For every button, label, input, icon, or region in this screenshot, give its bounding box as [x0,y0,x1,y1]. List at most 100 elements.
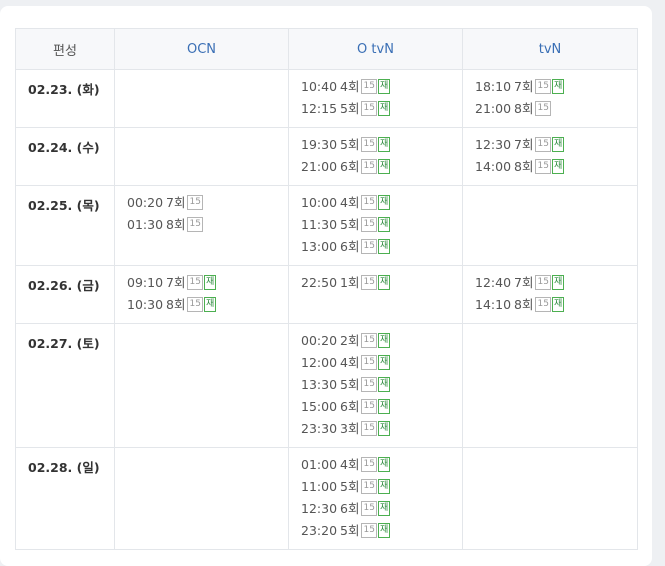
age-rating-badge: 15 [361,457,377,472]
airing-time: 12:30 [301,501,338,516]
airing-slot: 14:10 8회 15 재 [475,294,625,316]
channel-cell-ocn [114,127,289,186]
episode-number: 6회 [340,239,360,254]
schedule-body: 02.23. (화) 10:40 4회 15 재 12:15 5회 15 재 18:10 7회 15 재… [15,69,638,550]
airing-slot: 13:30 5회 15 재 [301,374,450,396]
age-rating-badge: 15 [535,159,551,174]
age-rating-badge: 15 [361,239,377,254]
date-cell: 02.27. (토) [15,323,115,448]
airing-slot: 13:00 6회 15 재 [301,236,450,258]
episode-number: 4회 [340,457,360,472]
date-cell: 02.24. (수) [15,127,115,186]
rerun-badge: 재 [377,79,391,94]
age-rating-badge: 15 [361,355,377,370]
rerun-badge: 재 [377,159,391,174]
header-date: 편성 [15,28,115,70]
airing-slot: 19:30 5회 15 재 [301,134,450,156]
airing-time: 10:00 [301,195,338,210]
age-rating-badge: 15 [361,137,377,152]
age-rating-badge: 15 [535,79,551,94]
airing-slot: 01:00 4회 15 재 [301,454,450,476]
rerun-badge: 재 [377,239,391,254]
episode-number: 6회 [340,159,360,174]
age-rating-badge: 15 [361,501,377,516]
airing-slot: 10:30 8회 15 재 [127,294,276,316]
rerun-badge: 재 [377,333,391,348]
channel-cell-tvn [462,323,638,448]
age-rating-badge: 15 [535,101,551,116]
airing-time: 21:00 [475,101,512,116]
age-rating-badge: 15 [535,275,551,290]
channel-cell-tvn [462,185,638,266]
age-rating-badge: 15 [187,297,203,312]
channel-cell-ocn [114,323,289,448]
rerun-badge: 재 [551,275,565,290]
rerun-badge: 재 [551,159,565,174]
date-cell: 02.23. (화) [15,69,115,128]
airing-time: 23:30 [301,421,338,436]
airing-slot: 12:30 6회 15 재 [301,498,450,520]
rerun-badge: 재 [377,137,391,152]
episode-number: 1회 [340,275,360,290]
rerun-badge: 재 [377,457,391,472]
episode-number: 8회 [514,101,534,116]
rerun-badge: 재 [551,297,565,312]
airing-time: 11:00 [301,479,338,494]
airing-time: 23:20 [301,523,338,538]
age-rating-badge: 15 [361,275,377,290]
schedule-row: 02.23. (화) 10:40 4회 15 재 12:15 5회 15 재 18:10 7회 15 재… [15,69,638,128]
airing-time: 00:20 [301,333,338,348]
rerun-badge: 재 [377,399,391,414]
rerun-badge: 재 [377,501,391,516]
airing-time: 10:40 [301,79,338,94]
airing-slot: 12:40 7회 15 재 [475,272,625,294]
episode-number: 8회 [166,217,186,232]
airing-time: 01:00 [301,457,338,472]
schedule-row: 02.24. (수) 19:30 5회 15 재 21:00 6회 15 재 12:30 7회 15 재… [15,127,638,186]
age-rating-badge: 15 [361,421,377,436]
age-rating-badge: 15 [361,377,377,392]
episode-number: 4회 [340,355,360,370]
episode-number: 5회 [340,101,360,116]
episode-number: 6회 [340,501,360,516]
age-rating-badge: 15 [535,137,551,152]
channel-cell-otvn: 10:40 4회 15 재 12:15 5회 15 재 [288,69,463,128]
age-rating-badge: 15 [187,275,203,290]
episode-number: 8회 [166,297,186,312]
age-rating-badge: 15 [535,297,551,312]
airing-slot: 11:30 5회 15 재 [301,214,450,236]
airing-slot: 10:00 4회 15 재 [301,192,450,214]
rerun-badge: 재 [377,195,391,210]
airing-time: 12:00 [301,355,338,370]
episode-number: 7회 [166,195,186,210]
channel-cell-otvn: 19:30 5회 15 재 21:00 6회 15 재 [288,127,463,186]
episode-number: 7회 [166,275,186,290]
age-rating-badge: 15 [361,523,377,538]
airing-time: 01:30 [127,217,164,232]
airing-time: 12:15 [301,101,338,116]
age-rating-badge: 15 [187,217,203,232]
schedule-row: 02.28. (일) 01:00 4회 15 재 11:00 5회 15 재 12:30 6회 15 재… [15,447,638,550]
channel-cell-otvn: 22:50 1회 15 재 [288,265,463,324]
episode-number: 8회 [514,297,534,312]
rerun-badge: 재 [203,275,217,290]
channel-cell-ocn: 09:10 7회 15 재 10:30 8회 15 재 [114,265,289,324]
age-rating-badge: 15 [361,195,377,210]
channel-cell-otvn: 10:00 4회 15 재 11:30 5회 15 재 13:00 6회 15 재 [288,185,463,266]
episode-number: 2회 [340,333,360,348]
channel-cell-ocn [114,447,289,550]
broadcast-schedule-table: 편성 OCN O tvN tvN 02.23. (화) 10:40 4회 15 재 12:… [15,28,638,550]
airing-slot: 14:00 8회 15 재 [475,156,625,178]
airing-time: 14:10 [475,297,512,312]
airing-time: 15:00 [301,399,338,414]
schedule-row: 02.26. (금) 09:10 7회 15 재 10:30 8회 15 재 22:50 1회 15 재… [15,265,638,324]
airing-slot: 11:00 5회 15 재 [301,476,450,498]
airing-slot: 00:20 2회 15 재 [301,330,450,352]
rerun-badge: 재 [203,297,217,312]
airing-slot: 09:10 7회 15 재 [127,272,276,294]
rerun-badge: 재 [377,523,391,538]
schedule-card: 편성 OCN O tvN tvN 02.23. (화) 10:40 4회 15 재 12:… [0,6,652,566]
airing-time: 18:10 [475,79,512,94]
airing-slot: 10:40 4회 15 재 [301,76,450,98]
airing-time: 12:30 [475,137,512,152]
